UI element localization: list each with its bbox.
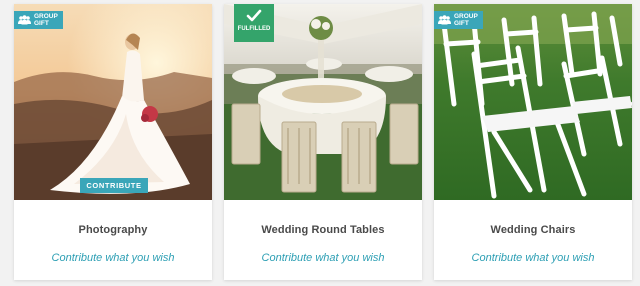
contribute-what-you-wish-link[interactable]: Contribute what you wish bbox=[224, 252, 422, 264]
group-gift-label-line1: GROUP bbox=[34, 13, 58, 20]
group-icon bbox=[438, 15, 451, 25]
group-gift-badge: GROUP GIFT bbox=[434, 11, 483, 29]
card-title[interactable]: Wedding Round Tables bbox=[224, 224, 422, 236]
contribute-button[interactable]: CONTRIBUTE bbox=[80, 178, 148, 193]
fulfilled-badge: FULFILLED bbox=[234, 4, 274, 42]
registry-card-wedding-chairs[interactable]: GROUP GIFT Wedding Chairs Contribute wha… bbox=[434, 4, 632, 280]
group-gift-badge: GROUP GIFT bbox=[14, 11, 63, 29]
registry-grid: GROUP GIFT CONTRIBUTE Photography Contri… bbox=[0, 0, 640, 286]
wedding-chairs-image[interactable] bbox=[434, 4, 632, 200]
fulfilled-label: FULFILLED bbox=[237, 26, 271, 32]
group-gift-label-line1: GROUP bbox=[454, 13, 478, 20]
group-icon bbox=[18, 15, 31, 25]
group-gift-label-line2: GIFT bbox=[34, 20, 49, 27]
contribute-what-you-wish-link[interactable]: Contribute what you wish bbox=[14, 252, 212, 264]
check-icon bbox=[246, 8, 262, 24]
card-title[interactable]: Wedding Chairs bbox=[434, 224, 632, 236]
registry-card-photography[interactable]: GROUP GIFT CONTRIBUTE Photography Contri… bbox=[14, 4, 212, 280]
registry-card-wedding-round-tables[interactable]: FULFILLED Wedding Round Tables Contribut… bbox=[224, 4, 422, 280]
photography-image[interactable] bbox=[14, 4, 212, 200]
group-gift-label-line2: GIFT bbox=[454, 20, 469, 27]
contribute-what-you-wish-link[interactable]: Contribute what you wish bbox=[434, 252, 632, 264]
card-title[interactable]: Photography bbox=[14, 224, 212, 236]
